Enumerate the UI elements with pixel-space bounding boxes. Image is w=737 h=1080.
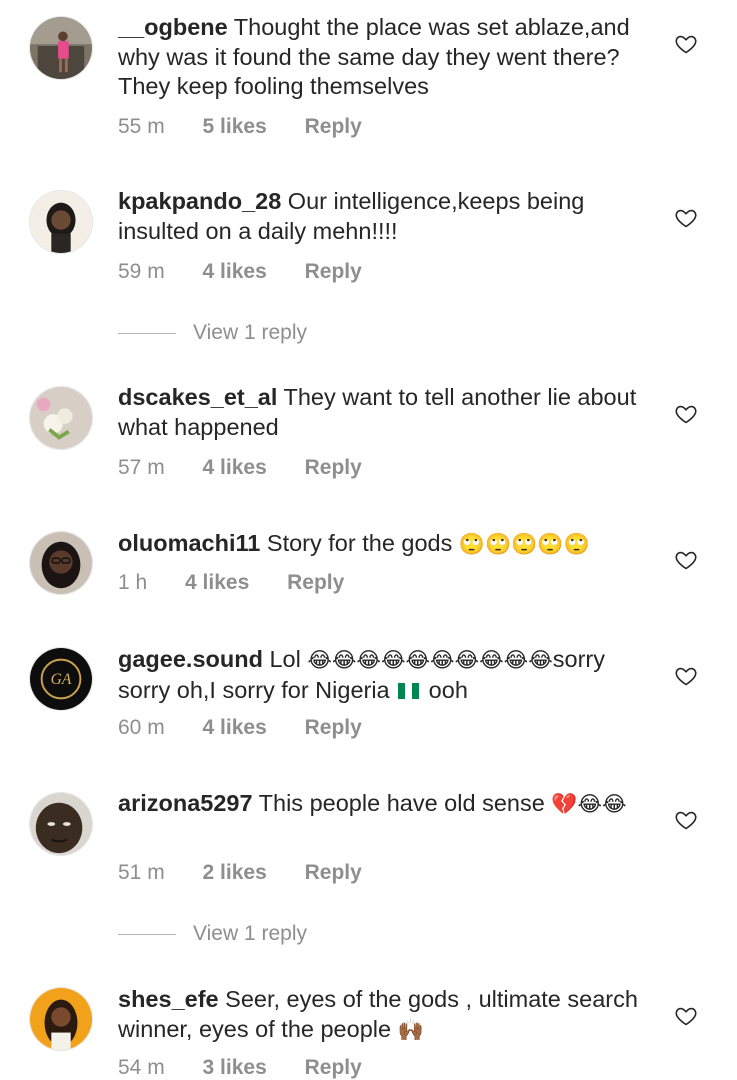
likes-count[interactable]: 2 likes: [203, 861, 267, 885]
view-replies-label: View 1 reply: [193, 922, 308, 945]
comment-emoji: 😂😂😂😂😂😂😂😂😂😂: [307, 648, 553, 672]
comment-emoji: 💔😂😂: [551, 792, 627, 816]
comment-text: arizona5297 This people have old sense 💔…: [118, 789, 650, 820]
reply-button[interactable]: Reply: [305, 1056, 362, 1080]
comment-username[interactable]: __ogbene: [118, 14, 228, 40]
reply-button[interactable]: Reply: [305, 115, 362, 139]
avatar[interactable]: [29, 531, 93, 595]
comment-time: 54 m: [118, 1056, 165, 1079]
reply-button[interactable]: Reply: [305, 260, 362, 284]
comment-time: 1 h: [118, 571, 148, 594]
comment-time: 51 m: [118, 861, 165, 884]
heart-icon[interactable]: [674, 664, 698, 688]
heart-icon[interactable]: [674, 1004, 698, 1028]
avatar[interactable]: [29, 190, 93, 254]
comment-body: This people have old sense: [252, 790, 552, 816]
likes-count[interactable]: 4 likes: [203, 716, 267, 740]
comment-username[interactable]: shes_efe: [118, 986, 219, 1012]
comment-time: 57 m: [118, 456, 165, 479]
avatar[interactable]: [29, 792, 93, 856]
comment-text: __ogbene Thought the place was set ablaz…: [118, 13, 650, 102]
comment-meta: 55 m 5 likes Reply: [118, 115, 362, 139]
view-replies-button[interactable]: View 1 reply: [118, 922, 307, 946]
view-replies-label: View 1 reply: [193, 321, 308, 344]
avatar[interactable]: [29, 987, 93, 1051]
divider: [118, 332, 176, 334]
likes-count[interactable]: 4 likes: [203, 456, 267, 480]
reply-button[interactable]: Reply: [305, 716, 362, 740]
comment-meta: 1 h 4 likes Reply: [118, 571, 344, 595]
nigeria-flag-icon: [398, 677, 420, 699]
comment-time: 60 m: [118, 716, 165, 739]
comment-meta: 59 m 4 likes Reply: [118, 260, 362, 284]
reply-button[interactable]: Reply: [305, 861, 362, 885]
likes-count[interactable]: 5 likes: [203, 115, 267, 139]
comment-emoji: 🙄🙄🙄🙄🙄: [458, 532, 590, 556]
comment-meta: 57 m 4 likes Reply: [118, 456, 362, 480]
comment-username[interactable]: arizona5297: [118, 790, 253, 816]
comment-time: 59 m: [118, 260, 165, 283]
heart-icon[interactable]: [674, 808, 698, 832]
comment-text: dscakes_et_al They want to tell another …: [118, 383, 650, 442]
comment-body: Lol: [262, 646, 308, 672]
comment-body: Story for the gods: [260, 530, 459, 556]
comment-body-end: ooh: [422, 676, 468, 703]
comment-time: 55 m: [118, 115, 165, 138]
likes-count[interactable]: 4 likes: [203, 260, 267, 284]
likes-count[interactable]: 3 likes: [203, 1056, 267, 1080]
divider: [118, 933, 176, 935]
comment-username[interactable]: kpakpando_28: [118, 188, 281, 214]
avatar[interactable]: GA: [29, 647, 93, 711]
comment-meta: 51 m 2 likes Reply: [118, 861, 362, 885]
comment-text: gagee.sound Lol 😂😂😂😂😂😂😂😂😂😂sorry sorry oh…: [118, 645, 650, 705]
view-replies-button[interactable]: View 1 reply: [118, 321, 307, 345]
comment-text: kpakpando_28 Our intelligence,keeps bein…: [118, 187, 650, 246]
heart-icon[interactable]: [674, 32, 698, 56]
avatar[interactable]: [29, 16, 93, 80]
heart-icon[interactable]: [674, 548, 698, 572]
reply-button[interactable]: Reply: [305, 456, 362, 480]
comment-username[interactable]: gagee.sound: [118, 646, 263, 672]
heart-icon[interactable]: [674, 206, 698, 230]
comment-username[interactable]: oluomachi11: [118, 530, 260, 556]
heart-icon[interactable]: [674, 402, 698, 426]
reply-button[interactable]: Reply: [287, 571, 344, 595]
comment-emoji: 🙌🏾: [397, 1017, 424, 1042]
comment-meta: 54 m 3 likes Reply: [118, 1056, 362, 1080]
comment-username[interactable]: dscakes_et_al: [118, 384, 277, 410]
comment-text: oluomachi11 Story for the gods 🙄🙄🙄🙄🙄: [118, 529, 650, 560]
likes-count[interactable]: 4 likes: [185, 571, 249, 595]
comment-meta: 60 m 4 likes Reply: [118, 716, 362, 740]
avatar[interactable]: [29, 386, 93, 450]
avatar-logo: GA: [51, 671, 72, 688]
comment-text: shes_efe Seer, eyes of the gods , ultima…: [118, 985, 650, 1045]
